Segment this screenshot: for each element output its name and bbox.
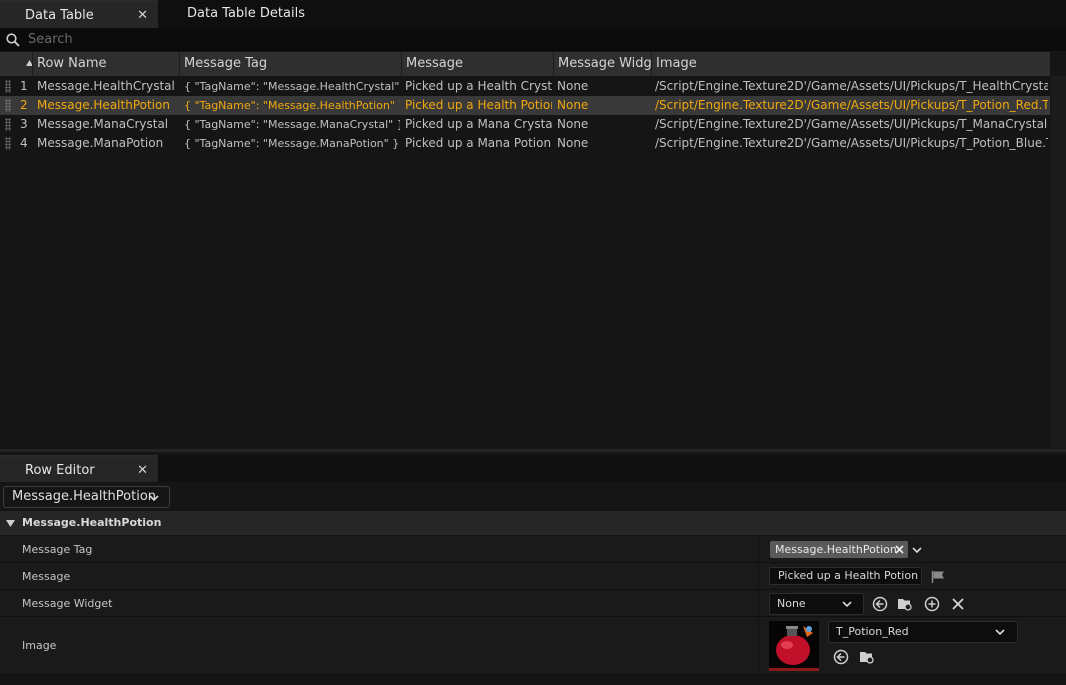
table-header: Row Name Message Tag Message Message Wid… (0, 52, 1050, 76)
header-message-widget[interactable]: Message Widget (554, 52, 652, 76)
add-icon[interactable] (924, 596, 940, 612)
flag-icon[interactable] (931, 570, 945, 584)
header-image[interactable]: Image (652, 52, 1050, 76)
message-widget-cell: None (557, 79, 589, 93)
message-widget-cell: None (557, 98, 589, 112)
browse-to-asset-icon[interactable] (897, 596, 913, 612)
image-cell: /Script/Engine.Texture2D'/Game/Assets/UI… (655, 117, 1048, 131)
row-name-cell: Message.HealthPotion (37, 98, 170, 112)
header-row-name[interactable]: Row Name (33, 52, 180, 76)
message-tag-cell: { "TagName": "Message.ManaCrystal" } (184, 118, 400, 131)
image-asset-picker[interactable]: T_Potion_Red (828, 621, 1018, 643)
property-label: Message Widget (22, 597, 113, 610)
column-divider[interactable] (758, 590, 759, 616)
tab-data-table-details-label: Data Table Details (187, 6, 305, 21)
header-message[interactable]: Message (402, 52, 554, 76)
close-icon[interactable] (895, 545, 904, 554)
panel-splitter[interactable] (0, 449, 1066, 452)
sort-ascending-icon[interactable] (26, 60, 33, 66)
row-drag-handle-icon[interactable] (5, 118, 11, 131)
message-tag-cell: { "TagName": "Message.HealthCrystal" } (184, 80, 400, 93)
header-index-column (0, 52, 33, 76)
gameplay-tag-value: Message.HealthPotion (775, 543, 897, 556)
row-drag-handle-icon[interactable] (5, 80, 11, 93)
chevron-down-icon (149, 495, 159, 501)
widget-class-value: None (777, 597, 806, 610)
property-row-image: Image T_Potion_Red (0, 617, 1066, 675)
table-row[interactable]: 3 Message.ManaCrystal { "TagName": "Mess… (0, 115, 1050, 134)
property-row-message-tag: Message Tag Message.HealthPotion (0, 536, 1066, 563)
row-index: 2 (20, 98, 28, 112)
close-icon[interactable]: ✕ (137, 2, 148, 30)
tab-data-table-label: Data Table (25, 8, 94, 23)
row-name-cell: Message.ManaCrystal (37, 117, 169, 131)
property-label: Message Tag (22, 543, 93, 556)
row-selector-value: Message.HealthPotion (12, 489, 157, 504)
chevron-down-icon (842, 601, 852, 607)
browse-to-asset-icon[interactable] (859, 649, 875, 665)
message-cell: Picked up a Health Potion (405, 98, 552, 112)
search-bar[interactable]: Search (0, 29, 1066, 51)
category-title: Message.HealthPotion (22, 516, 162, 529)
row-index: 4 (20, 136, 28, 150)
message-widget-cell: None (557, 117, 589, 131)
column-divider[interactable] (758, 536, 759, 562)
search-input[interactable]: Search (28, 29, 73, 51)
table-row[interactable]: 1 Message.HealthCrystal { "TagName": "Me… (0, 77, 1050, 96)
image-cell: /Script/Engine.Texture2D'/Game/Assets/UI… (655, 98, 1048, 112)
row-drag-handle-icon[interactable] (5, 137, 11, 150)
chevron-down-icon (995, 629, 1005, 635)
tab-row-editor-label: Row Editor (25, 463, 95, 478)
table-row-selected[interactable]: 2 Message.HealthPotion { "TagName": "Mes… (0, 96, 1050, 115)
widget-class-picker[interactable]: None (769, 593, 864, 615)
header-message-tag[interactable]: Message Tag (180, 52, 402, 76)
column-divider[interactable] (758, 563, 759, 589)
use-selected-asset-icon[interactable] (833, 649, 849, 665)
clear-icon[interactable] (950, 596, 966, 612)
bottom-padding (0, 675, 1066, 685)
property-label: Image (22, 639, 57, 652)
row-drag-handle-icon[interactable] (5, 99, 11, 112)
row-selector-dropdown[interactable]: Message.HealthPotion (3, 486, 170, 508)
image-asset-value: T_Potion_Red (836, 625, 909, 638)
potion-thumbnail[interactable] (769, 621, 819, 671)
row-name-cell: Message.HealthCrystal (37, 79, 175, 93)
image-cell: /Script/Engine.Texture2D'/Game/Assets/UI… (655, 79, 1048, 93)
message-text-field[interactable]: Picked up a Health Potion (769, 567, 922, 585)
gameplay-tag-chip[interactable]: Message.HealthPotion (770, 541, 908, 558)
top-tab-bar: Data Table ✕ Data Table Details (0, 0, 1066, 29)
column-divider[interactable] (758, 617, 759, 674)
close-icon[interactable]: ✕ (137, 457, 148, 484)
property-label: Message (22, 570, 71, 583)
use-selected-asset-icon[interactable] (872, 596, 888, 612)
image-cell: /Script/Engine.Texture2D'/Game/Assets/UI… (655, 136, 1048, 150)
message-cell: Picked up a Mana Potion (405, 136, 552, 150)
message-cell: Picked up a Mana Crystal (405, 117, 552, 131)
category-header[interactable]: Message.HealthPotion (0, 511, 1066, 535)
tab-row-editor[interactable]: Row Editor ✕ (0, 455, 158, 482)
row-name-cell: Message.ManaPotion (37, 136, 164, 150)
property-row-message-widget: Message Widget None (0, 590, 1066, 617)
message-tag-cell: { "TagName": "Message.ManaPotion" } (184, 137, 400, 150)
expand-triangle-icon[interactable] (6, 520, 15, 527)
message-cell: Picked up a Health Crystal (405, 79, 552, 93)
tab-data-table[interactable]: Data Table ✕ (0, 0, 158, 28)
row-index: 3 (20, 117, 28, 131)
row-index: 1 (20, 79, 28, 93)
search-icon (6, 33, 20, 47)
chevron-down-icon[interactable] (912, 547, 922, 553)
row-editor-tab-bar: Row Editor ✕ (0, 455, 1066, 482)
table-scrollbar[interactable] (1051, 76, 1066, 448)
table-row[interactable]: 4 Message.ManaPotion { "TagName": "Messa… (0, 134, 1050, 153)
message-widget-cell: None (557, 136, 589, 150)
property-row-message: Message Picked up a Health Potion (0, 563, 1066, 590)
tab-data-table-details[interactable]: Data Table Details (162, 0, 322, 28)
message-tag-cell: { "TagName": "Message.HealthPotion" } (184, 99, 400, 112)
